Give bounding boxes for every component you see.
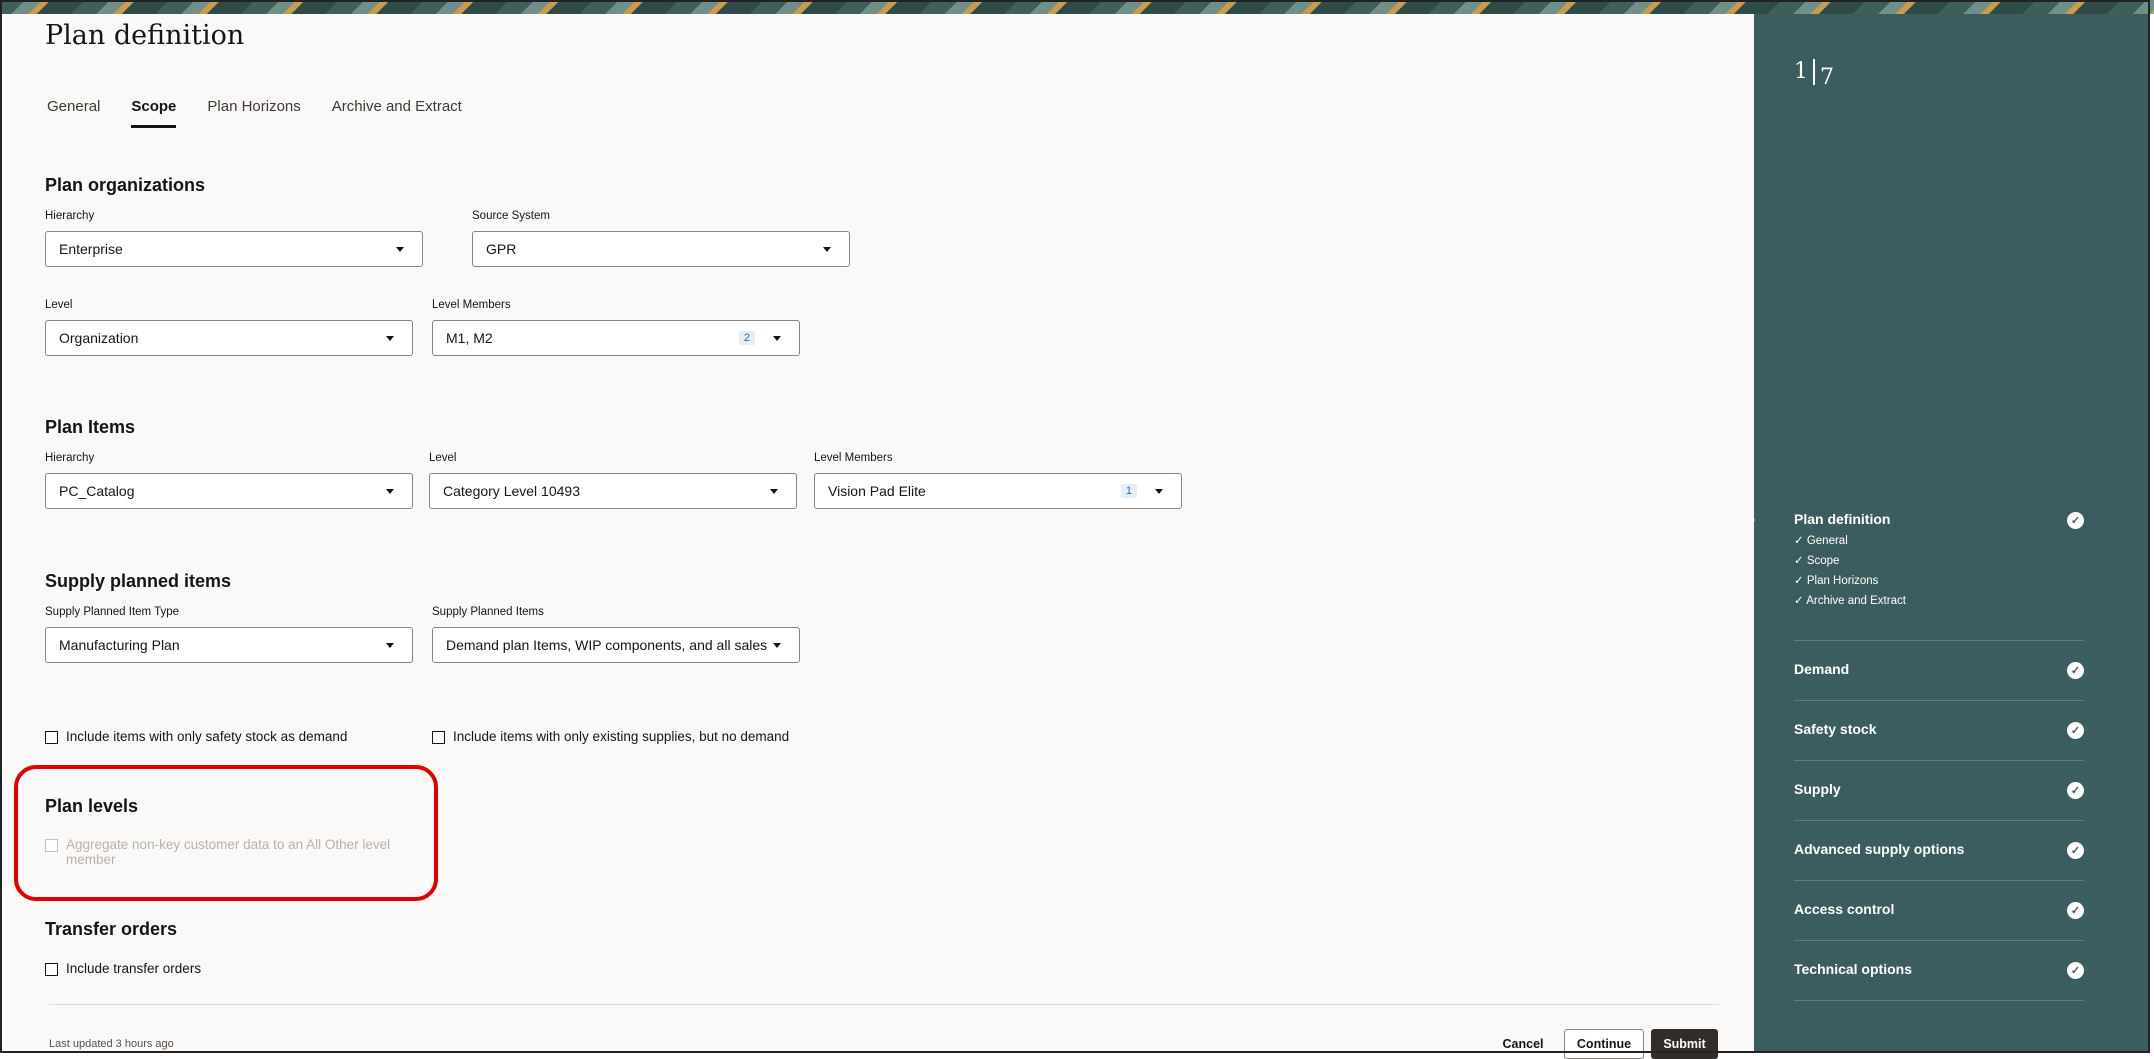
screenshot-frame [0, 0, 2150, 1053]
